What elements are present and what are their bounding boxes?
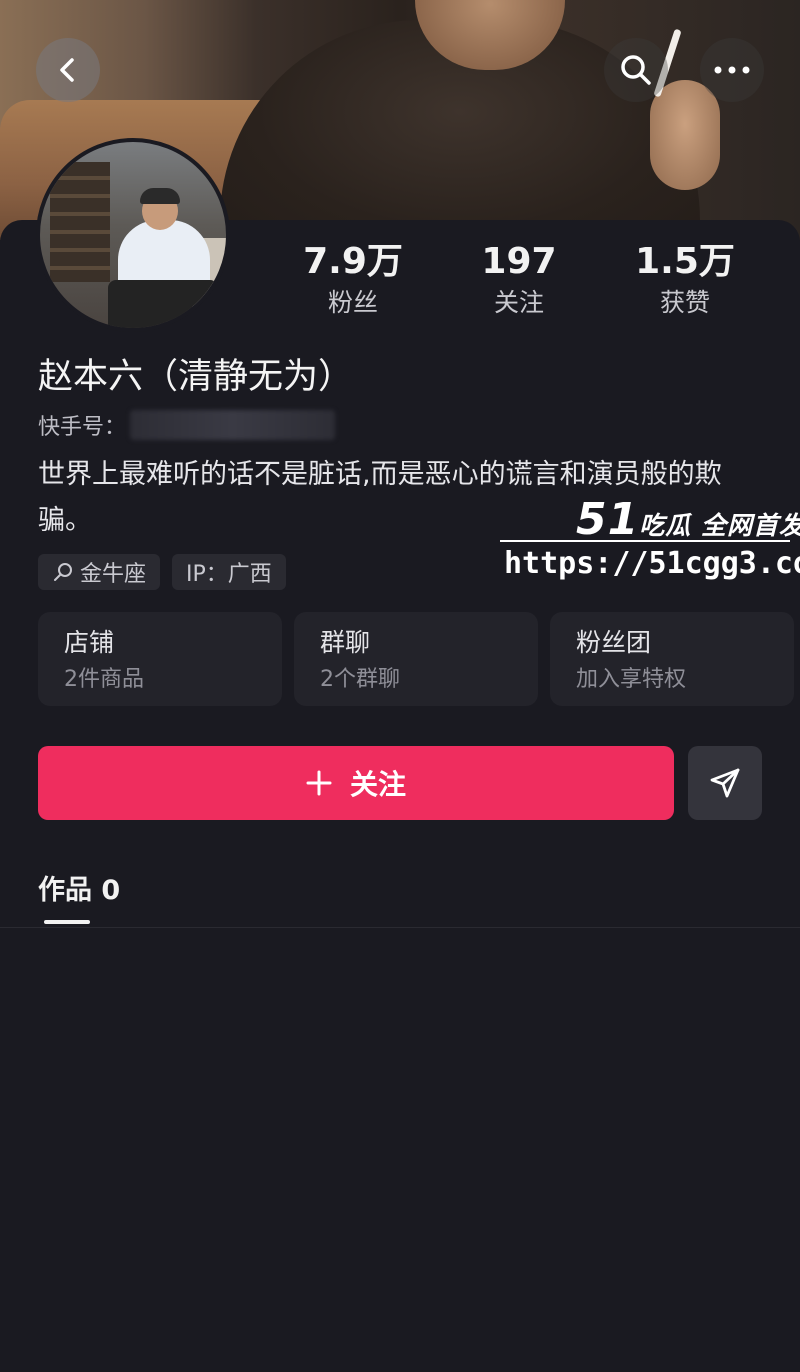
card-title: 店铺 xyxy=(64,628,115,657)
card-subtitle: 2件商品 xyxy=(64,667,144,692)
tag-label: 金牛座 xyxy=(80,562,147,587)
search-icon xyxy=(621,55,651,85)
feature-cards: 店铺 2件商品 群聊 2个群聊 粉丝团 加入享特权 xyxy=(38,612,794,706)
profile-stats: 7.9万 粉丝 197 关注 1.5万 获赞 xyxy=(270,240,770,330)
tag-label: IP：广西 xyxy=(186,562,272,587)
card-group-chat[interactable]: 群聊 2个群聊 xyxy=(294,612,538,706)
follow-button[interactable]: 关注 xyxy=(38,746,674,820)
stat-value: 1.5万 xyxy=(635,241,735,282)
card-fan-club[interactable]: 粉丝团 加入享特权 xyxy=(550,612,794,706)
user-id-row: 快手号： xyxy=(38,408,336,442)
card-subtitle: 2个群聊 xyxy=(320,667,400,692)
watermark-url: https://51cgg3.com xyxy=(504,546,800,581)
watermark-brand-text: 吃瓜 全网首发 xyxy=(639,511,800,540)
card-subtitle: 加入享特权 xyxy=(576,667,687,692)
share-button[interactable] xyxy=(688,746,762,820)
tab-works[interactable]: 作品 0 xyxy=(38,868,120,907)
card-title: 群聊 xyxy=(320,628,371,657)
more-button[interactable] xyxy=(700,38,764,102)
more-horizontal-icon xyxy=(714,66,750,74)
search-icon xyxy=(54,563,72,581)
profile-tags: 金牛座 IP：广西 xyxy=(38,554,286,590)
profile-name: 赵本六（清静无为） xyxy=(38,357,354,397)
active-tab-indicator xyxy=(44,920,90,924)
site-watermark: 51吃瓜 全网首发 https://51cgg3.com xyxy=(498,494,800,590)
user-id-redacted xyxy=(130,410,336,440)
stat-following[interactable]: 197 关注 xyxy=(436,240,602,330)
tag-ip-location: IP：广西 xyxy=(172,554,286,590)
tag-zodiac: 金牛座 xyxy=(38,554,161,590)
stat-value: 197 xyxy=(481,241,557,282)
back-button[interactable] xyxy=(36,38,100,102)
stat-likes[interactable]: 1.5万 获赞 xyxy=(602,240,768,330)
stat-label: 获赞 xyxy=(659,288,710,317)
watermark-brand-number: 51 xyxy=(576,494,640,545)
tab-divider xyxy=(0,927,800,928)
follow-button-label: 关注 xyxy=(349,768,406,801)
stat-label: 关注 xyxy=(493,288,544,317)
avatar[interactable] xyxy=(36,138,230,332)
watermark-brand: 51吃瓜 全网首发 xyxy=(576,494,800,545)
chevron-left-icon xyxy=(60,58,74,82)
card-shop[interactable]: 店铺 2件商品 xyxy=(38,612,282,706)
stat-value: 7.9万 xyxy=(303,241,403,282)
search-button[interactable] xyxy=(604,38,668,102)
user-id-label: 快手号： xyxy=(38,415,127,440)
stat-label: 粉丝 xyxy=(327,288,378,317)
send-icon xyxy=(710,768,740,798)
watermark-divider xyxy=(500,540,790,542)
card-title: 粉丝团 xyxy=(576,628,652,657)
stat-fans[interactable]: 7.9万 粉丝 xyxy=(270,240,436,330)
plus-icon xyxy=(306,770,332,796)
